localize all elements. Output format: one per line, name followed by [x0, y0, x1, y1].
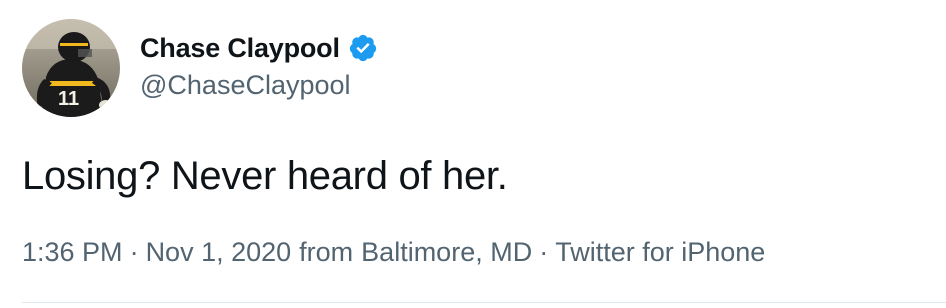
separator-dot: ·	[129, 237, 139, 267]
location-prefix: from	[299, 237, 354, 267]
user-handle[interactable]: @ChaseClaypool	[140, 70, 351, 101]
tweet-card: 11 Chase Claypool @ChaseClaypool Losing?…	[0, 0, 946, 308]
divider	[22, 302, 946, 303]
separator-dot: ·	[539, 237, 549, 267]
timestamp-time[interactable]: 1:36 PM	[22, 237, 123, 268]
avatar[interactable]: 11	[22, 19, 120, 117]
author-name-row: Chase Claypool	[140, 28, 378, 68]
source-label[interactable]: Twitter for iPhone	[555, 237, 765, 268]
tweet-metadata: 1:36 PM · Nov 1, 2020 from Baltimore, MD…	[22, 237, 765, 268]
player-photo-icon: 11	[22, 19, 120, 117]
location-link[interactable]: Baltimore, MD	[361, 237, 532, 268]
svg-text:11: 11	[58, 88, 79, 110]
timestamp-date[interactable]: Nov 1, 2020	[146, 237, 292, 268]
display-name[interactable]: Chase Claypool	[140, 33, 340, 64]
verified-badge-icon	[348, 33, 378, 63]
tweet-text: Losing? Never heard of her.	[22, 154, 508, 198]
